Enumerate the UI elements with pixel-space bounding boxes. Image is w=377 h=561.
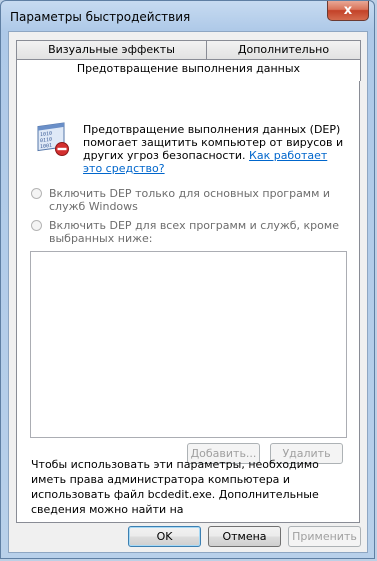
radio-dep-essential-row[interactable]: Включить DEP только для основных програм… [31,187,347,213]
apply-button-label: Применить [292,530,357,543]
dep-tab-panel: 1010 0110 1001 Предотвращение выполнения… [16,80,360,523]
ok-button[interactable]: OK [128,526,201,547]
dep-description: Предотвращение выполнения данных (DEP) п… [83,123,348,175]
dialog-client-area: Визуальные эффекты Дополнительно Предотв… [8,31,368,553]
tab-dep[interactable]: Предотвращение выполнения данных [16,59,361,81]
tab-advanced-label: Дополнительно [237,43,330,56]
radio-dep-all-row[interactable]: Включить DEP для всех программ и служб, … [31,219,347,245]
window-title: Параметры быстродействия [10,10,191,24]
tab-advanced[interactable]: Дополнительно [206,40,361,60]
admin-note: Чтобы использовать эти параметры, необхо… [31,458,319,516]
close-icon: x [343,3,353,18]
title-bar[interactable]: Параметры быстродействия x [1,1,374,31]
dep-shield-icon: 1010 0110 1001 [37,122,69,156]
apply-button[interactable]: Применить [288,526,361,547]
cancel-button[interactable]: Отмена [208,526,281,547]
close-button[interactable]: x [327,1,369,21]
tab-dep-label: Предотвращение выполнения данных [76,62,301,75]
tab-visual-effects[interactable]: Визуальные эффекты [16,40,207,60]
radio-dep-essential-label: Включить DEP только для основных програм… [49,187,331,213]
cancel-button-label: Отмена [222,530,267,543]
radio-dep-all-label: Включить DEP для всех программ и служб, … [49,219,339,245]
ok-button-label: OK [156,530,173,543]
tab-visual-effects-label: Визуальные эффекты [48,43,175,56]
performance-options-window: Параметры быстродействия x Визуальные эф… [0,0,375,559]
radio-dep-essential[interactable] [31,188,42,199]
exclusions-listbox[interactable] [30,251,347,438]
radio-dep-all[interactable] [31,220,42,231]
